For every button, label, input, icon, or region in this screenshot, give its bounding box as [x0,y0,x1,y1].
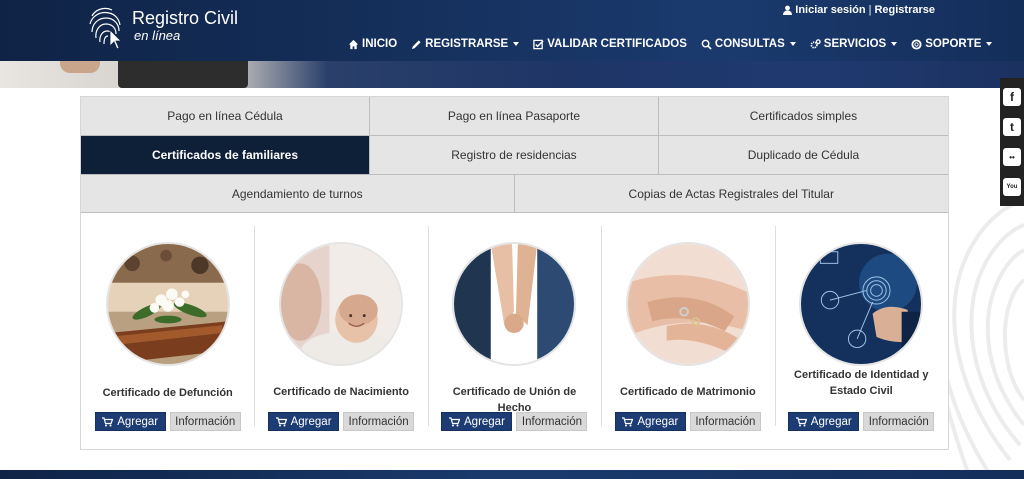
funeral-flowers-image [105,242,230,366]
nav-label: REGISTRARSE [425,38,509,50]
chevron-down-icon [891,42,898,46]
tab-copias-actas[interactable]: Copias de Actas Registrales del Titular [514,175,948,213]
card-actions: Agregar Información [601,412,774,431]
lifebuoy-icon [911,38,922,50]
cart-icon [622,416,634,426]
info-button[interactable]: Información [689,412,761,431]
add-button[interactable]: Agregar [94,412,166,431]
site-logo[interactable]: Registro Civil en línea [86,2,239,54]
nav-label: INICIO [362,38,398,50]
certificate-card: Certificado de Unión de Hecho Agregar In… [427,226,601,448]
tab-duplicado-cedula[interactable]: Duplicado de Cédula [658,136,948,175]
chevron-down-icon [513,42,520,46]
add-button-label: Agregar [464,415,505,428]
nav-label: SERVICIOS [823,38,887,50]
login-link[interactable]: Iniciar sesión [795,4,865,16]
nav-soporte[interactable]: SOPORTE [911,38,993,50]
card-title: Certificado de Nacimiento [273,386,409,398]
holding-hands-image [452,242,577,366]
tab-certificados-simples[interactable]: Certificados simples [658,97,948,136]
banner-laptop-image [118,61,248,88]
check-square-icon [533,39,544,49]
twitter-icon[interactable]: t [1003,118,1021,136]
site-header: Registro Civil en línea Iniciar sesión |… [0,0,1024,61]
info-button[interactable]: Información [343,412,415,431]
info-button[interactable]: Información [863,412,935,431]
nav-label: CONSULTAS [714,38,785,50]
add-button[interactable]: Agregar [788,412,860,431]
cart-icon [795,416,807,426]
home-icon [348,39,359,49]
tab-row-2: Certificados de familiares Registro de r… [81,136,948,175]
info-button[interactable]: Información [169,412,241,431]
cart-icon [449,416,460,426]
card-title: Certificado de Matrimonio [620,386,756,398]
gears-icon [810,38,821,49]
tab-row-3: Agendamiento de turnos Copias de Actas R… [81,175,948,213]
fingerprint-identity-image [799,242,924,366]
nav-label: VALIDAR CERTIFICADOS [547,38,687,50]
main-nav: INICIO REGISTRARSE VALIDAR CERTIFICADOS … [348,38,993,50]
tab-pago-cedula[interactable]: Pago en línea Cédula [81,97,370,136]
tab-registro-residencias[interactable]: Registro de residencias [369,136,659,175]
card-title: Certificado de Defunción [102,387,233,399]
add-button-label: Agregar [117,415,159,428]
hero-banner [0,61,1024,88]
nav-consultas[interactable]: CONSULTAS [701,38,796,50]
tab-certificados-familiares[interactable]: Certificados de familiares [81,136,370,175]
certificate-card: Certificado de Matrimonio Agregar Inform… [601,226,774,448]
logo-subtitle: en línea [134,28,181,43]
add-button[interactable]: Agregar [441,412,513,431]
add-button[interactable]: Agregar [268,412,340,431]
site-footer [0,470,1024,479]
pencil-icon [412,39,421,49]
card-actions: Agregar Información [81,412,254,431]
chevron-down-icon [986,42,993,46]
card-actions: Agregar Información [254,412,427,431]
register-link[interactable]: Registrarse [874,4,935,16]
newborn-baby-image [279,242,404,366]
social-sidebar: f t •• You [1000,78,1024,206]
tab-pago-pasaporte[interactable]: Pago en línea Pasaporte [369,97,659,136]
tab-agendamiento-turnos[interactable]: Agendamiento de turnos [81,175,515,213]
search-icon [701,39,712,50]
add-button[interactable]: Agregar [614,412,686,431]
banner-person-image [60,61,100,73]
nav-inicio[interactable]: INICIO [348,38,397,50]
add-button-label: Agregar [637,415,679,428]
account-links: Iniciar sesión | Registrarse [783,4,935,16]
logo-title: Registro Civil [132,8,239,28]
nav-servicios[interactable]: SERVICIOS [810,38,898,50]
youtube-icon[interactable]: You [1003,178,1021,196]
card-title: Certificado de Identidad y Estado Civil [794,369,929,397]
card-actions: Agregar Información [775,412,948,431]
flickr-icon[interactable]: •• [1003,148,1021,166]
wedding-rings-hands-image [625,242,750,366]
services-panel: Pago en línea Cédula Pago en línea Pasap… [80,96,949,450]
facebook-icon[interactable]: f [1003,88,1021,106]
link-separator: | [868,4,872,16]
certificate-cards: Certificado de Defunción Agregar Informa… [81,226,948,448]
add-button-label: Agregar [810,415,852,428]
nav-registrarse[interactable]: REGISTRARSE [411,38,520,50]
nav-validar-certificados[interactable]: VALIDAR CERTIFICADOS [533,38,687,50]
card-actions: Agregar Información [428,412,601,431]
info-button[interactable]: Información [516,412,588,431]
tab-row-1: Pago en línea Cédula Pago en línea Pasap… [81,97,948,136]
logo-fingerprint-icon [89,7,122,50]
cart-icon [275,416,287,426]
certificate-card: Certificado de Nacimiento Agregar Inform… [254,226,427,448]
chevron-down-icon [789,42,796,46]
add-button-label: Agregar [290,415,332,428]
cart-icon [102,416,114,426]
certificate-card: Certificado de Identidad y Estado Civil … [774,226,948,448]
user-icon [783,5,793,15]
certificate-card: Certificado de Defunción Agregar Informa… [81,226,254,448]
nav-label: SOPORTE [925,38,982,50]
